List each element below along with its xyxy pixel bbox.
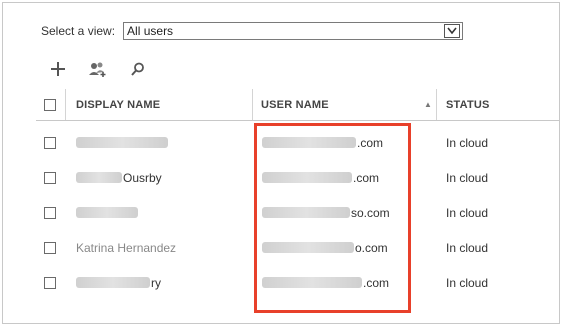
redacted-text (76, 172, 122, 183)
display-name-text: ry (151, 275, 161, 290)
status-cell: In cloud (446, 275, 489, 290)
display-name-text: Katrina Hernandez (76, 240, 177, 255)
row-checkbox[interactable] (44, 207, 56, 219)
user-name-cell: so.com (262, 195, 390, 230)
add-icon[interactable] (47, 59, 69, 79)
column-divider (436, 89, 437, 120)
status-cell: In cloud (446, 170, 489, 185)
user-name-text: .com (363, 275, 390, 290)
sort-ascending-icon[interactable]: ▲ (424, 89, 432, 120)
display-name-cell: Katrina Hernandez (76, 230, 176, 265)
status-cell: In cloud (446, 135, 489, 150)
column-header-status[interactable]: STATUS (446, 89, 490, 120)
user-name-text: o.com (355, 240, 388, 255)
row-checkbox[interactable] (44, 172, 56, 184)
display-name-cell: ry (76, 265, 161, 300)
table-row[interactable]: so.com In cloud (36, 195, 559, 230)
redacted-text (262, 207, 350, 218)
user-name-cell: .com (262, 125, 383, 160)
view-selector-row: Select a view: All users (41, 21, 464, 41)
redacted-text (262, 172, 352, 183)
redacted-text (262, 242, 354, 253)
row-checkbox[interactable] (44, 277, 56, 289)
search-icon[interactable] (127, 59, 149, 79)
redacted-text (76, 277, 150, 288)
view-select-value: All users (127, 24, 174, 38)
redacted-text (76, 137, 168, 148)
chevron-down-icon[interactable] (444, 24, 461, 38)
row-checkbox[interactable] (44, 137, 56, 149)
user-name-text: .com (357, 135, 384, 150)
redacted-text (262, 137, 356, 148)
column-header-display-name[interactable]: DISPLAY NAME (76, 89, 160, 120)
table-row[interactable]: ry .com In cloud (36, 265, 559, 300)
display-name-cell: Ousrby (76, 160, 162, 195)
status-cell: In cloud (446, 240, 489, 255)
user-name-cell: o.com (262, 230, 388, 265)
user-name-text: .com (353, 170, 380, 185)
user-name-cell: .com (262, 265, 389, 300)
redacted-text (76, 207, 138, 218)
table-row[interactable]: Katrina Hernandez o.com In cloud (36, 230, 559, 265)
user-name-cell: .com (262, 160, 379, 195)
display-name-text: Ousrby (123, 170, 162, 185)
redacted-text (262, 277, 362, 288)
column-divider (65, 89, 66, 120)
table-row[interactable]: Ousrby .com In cloud (36, 160, 559, 195)
view-selector-label: Select a view: (41, 24, 116, 38)
view-select-dropdown[interactable]: All users (123, 22, 464, 40)
column-header-user-name[interactable]: USER NAME (261, 89, 329, 120)
table-row[interactable]: .com In cloud (36, 125, 559, 160)
row-checkbox[interactable] (44, 242, 56, 254)
display-name-cell (76, 195, 139, 230)
user-name-text: so.com (351, 205, 390, 220)
select-all-checkbox[interactable] (44, 99, 56, 111)
table-header: DISPLAY NAME USER NAME ▲ STATUS (36, 89, 559, 121)
display-name-cell (76, 125, 169, 160)
add-group-icon[interactable] (87, 59, 109, 79)
user-list-panel: Select a view: All users DISPLAY NAME US… (2, 2, 560, 324)
column-divider (252, 89, 253, 120)
toolbar (47, 59, 149, 79)
status-cell: In cloud (446, 205, 489, 220)
